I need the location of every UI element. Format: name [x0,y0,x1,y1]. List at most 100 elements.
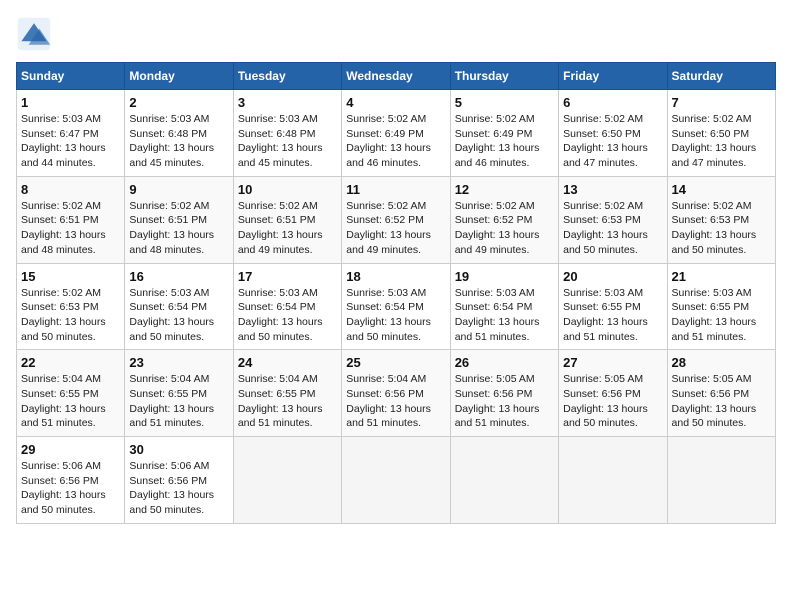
calendar-day-cell: 4 Sunrise: 5:02 AM Sunset: 6:49 PM Dayli… [342,90,450,177]
day-number: 21 [672,269,771,284]
day-info: Sunrise: 5:02 AM Sunset: 6:53 PM Dayligh… [672,199,771,258]
calendar-body: 1 Sunrise: 5:03 AM Sunset: 6:47 PM Dayli… [17,90,776,524]
day-info: Sunrise: 5:06 AM Sunset: 6:56 PM Dayligh… [129,459,228,518]
weekday-header: Thursday [450,63,558,90]
day-number: 17 [238,269,337,284]
calendar-day-cell: 12 Sunrise: 5:02 AM Sunset: 6:52 PM Dayl… [450,176,558,263]
day-info: Sunrise: 5:05 AM Sunset: 6:56 PM Dayligh… [455,372,554,431]
calendar-day-cell: 24 Sunrise: 5:04 AM Sunset: 6:55 PM Dayl… [233,350,341,437]
calendar-day-cell: 19 Sunrise: 5:03 AM Sunset: 6:54 PM Dayl… [450,263,558,350]
weekday-header: Monday [125,63,233,90]
calendar-day-cell: 13 Sunrise: 5:02 AM Sunset: 6:53 PM Dayl… [559,176,667,263]
calendar-day-cell: 7 Sunrise: 5:02 AM Sunset: 6:50 PM Dayli… [667,90,775,177]
weekday-header: Sunday [17,63,125,90]
day-number: 2 [129,95,228,110]
day-number: 25 [346,355,445,370]
day-info: Sunrise: 5:05 AM Sunset: 6:56 PM Dayligh… [563,372,662,431]
day-info: Sunrise: 5:04 AM Sunset: 6:55 PM Dayligh… [129,372,228,431]
calendar-day-cell: 26 Sunrise: 5:05 AM Sunset: 6:56 PM Dayl… [450,350,558,437]
day-info: Sunrise: 5:02 AM Sunset: 6:51 PM Dayligh… [238,199,337,258]
day-number: 22 [21,355,120,370]
day-number: 14 [672,182,771,197]
day-number: 27 [563,355,662,370]
calendar-week-row: 22 Sunrise: 5:04 AM Sunset: 6:55 PM Dayl… [17,350,776,437]
calendar-day-cell: 2 Sunrise: 5:03 AM Sunset: 6:48 PM Dayli… [125,90,233,177]
day-info: Sunrise: 5:02 AM Sunset: 6:53 PM Dayligh… [21,286,120,345]
calendar-day-cell: 6 Sunrise: 5:02 AM Sunset: 6:50 PM Dayli… [559,90,667,177]
day-number: 24 [238,355,337,370]
calendar-day-cell [342,437,450,524]
day-info: Sunrise: 5:06 AM Sunset: 6:56 PM Dayligh… [21,459,120,518]
calendar-week-row: 8 Sunrise: 5:02 AM Sunset: 6:51 PM Dayli… [17,176,776,263]
calendar-day-cell: 10 Sunrise: 5:02 AM Sunset: 6:51 PM Dayl… [233,176,341,263]
day-info: Sunrise: 5:02 AM Sunset: 6:53 PM Dayligh… [563,199,662,258]
calendar-day-cell: 9 Sunrise: 5:02 AM Sunset: 6:51 PM Dayli… [125,176,233,263]
day-number: 8 [21,182,120,197]
calendar-day-cell: 1 Sunrise: 5:03 AM Sunset: 6:47 PM Dayli… [17,90,125,177]
calendar-header: SundayMondayTuesdayWednesdayThursdayFrid… [17,63,776,90]
day-info: Sunrise: 5:02 AM Sunset: 6:49 PM Dayligh… [455,112,554,171]
calendar-day-cell: 11 Sunrise: 5:02 AM Sunset: 6:52 PM Dayl… [342,176,450,263]
day-info: Sunrise: 5:02 AM Sunset: 6:50 PM Dayligh… [672,112,771,171]
day-info: Sunrise: 5:04 AM Sunset: 6:55 PM Dayligh… [238,372,337,431]
day-number: 19 [455,269,554,284]
weekday-header: Wednesday [342,63,450,90]
calendar-day-cell: 28 Sunrise: 5:05 AM Sunset: 6:56 PM Dayl… [667,350,775,437]
day-number: 23 [129,355,228,370]
calendar-day-cell: 8 Sunrise: 5:02 AM Sunset: 6:51 PM Dayli… [17,176,125,263]
calendar-day-cell: 23 Sunrise: 5:04 AM Sunset: 6:55 PM Dayl… [125,350,233,437]
day-info: Sunrise: 5:02 AM Sunset: 6:49 PM Dayligh… [346,112,445,171]
calendar-day-cell: 20 Sunrise: 5:03 AM Sunset: 6:55 PM Dayl… [559,263,667,350]
calendar-day-cell [559,437,667,524]
day-number: 4 [346,95,445,110]
calendar-week-row: 15 Sunrise: 5:02 AM Sunset: 6:53 PM Dayl… [17,263,776,350]
calendar-day-cell: 16 Sunrise: 5:03 AM Sunset: 6:54 PM Dayl… [125,263,233,350]
logo-icon [16,16,52,52]
day-info: Sunrise: 5:03 AM Sunset: 6:55 PM Dayligh… [563,286,662,345]
calendar-day-cell: 3 Sunrise: 5:03 AM Sunset: 6:48 PM Dayli… [233,90,341,177]
calendar-day-cell: 22 Sunrise: 5:04 AM Sunset: 6:55 PM Dayl… [17,350,125,437]
day-number: 3 [238,95,337,110]
day-info: Sunrise: 5:04 AM Sunset: 6:56 PM Dayligh… [346,372,445,431]
calendar-day-cell: 15 Sunrise: 5:02 AM Sunset: 6:53 PM Dayl… [17,263,125,350]
calendar-table: SundayMondayTuesdayWednesdayThursdayFrid… [16,62,776,524]
day-number: 5 [455,95,554,110]
day-number: 26 [455,355,554,370]
day-info: Sunrise: 5:03 AM Sunset: 6:54 PM Dayligh… [346,286,445,345]
day-number: 18 [346,269,445,284]
day-number: 29 [21,442,120,457]
day-info: Sunrise: 5:02 AM Sunset: 6:50 PM Dayligh… [563,112,662,171]
day-number: 20 [563,269,662,284]
day-number: 11 [346,182,445,197]
day-info: Sunrise: 5:03 AM Sunset: 6:48 PM Dayligh… [238,112,337,171]
weekday-row: SundayMondayTuesdayWednesdayThursdayFrid… [17,63,776,90]
day-number: 6 [563,95,662,110]
day-info: Sunrise: 5:02 AM Sunset: 6:51 PM Dayligh… [21,199,120,258]
day-number: 15 [21,269,120,284]
calendar-day-cell [450,437,558,524]
logo [16,16,56,52]
calendar-day-cell: 25 Sunrise: 5:04 AM Sunset: 6:56 PM Dayl… [342,350,450,437]
day-info: Sunrise: 5:03 AM Sunset: 6:47 PM Dayligh… [21,112,120,171]
day-number: 30 [129,442,228,457]
calendar-day-cell: 17 Sunrise: 5:03 AM Sunset: 6:54 PM Dayl… [233,263,341,350]
weekday-header: Friday [559,63,667,90]
day-info: Sunrise: 5:05 AM Sunset: 6:56 PM Dayligh… [672,372,771,431]
day-number: 1 [21,95,120,110]
day-info: Sunrise: 5:03 AM Sunset: 6:54 PM Dayligh… [238,286,337,345]
calendar-day-cell: 30 Sunrise: 5:06 AM Sunset: 6:56 PM Dayl… [125,437,233,524]
day-info: Sunrise: 5:02 AM Sunset: 6:51 PM Dayligh… [129,199,228,258]
calendar-day-cell: 29 Sunrise: 5:06 AM Sunset: 6:56 PM Dayl… [17,437,125,524]
day-info: Sunrise: 5:02 AM Sunset: 6:52 PM Dayligh… [346,199,445,258]
day-number: 10 [238,182,337,197]
weekday-header: Tuesday [233,63,341,90]
day-number: 9 [129,182,228,197]
day-info: Sunrise: 5:03 AM Sunset: 6:48 PM Dayligh… [129,112,228,171]
calendar-day-cell [233,437,341,524]
day-number: 13 [563,182,662,197]
weekday-header: Saturday [667,63,775,90]
day-info: Sunrise: 5:04 AM Sunset: 6:55 PM Dayligh… [21,372,120,431]
calendar-day-cell: 14 Sunrise: 5:02 AM Sunset: 6:53 PM Dayl… [667,176,775,263]
day-number: 7 [672,95,771,110]
day-number: 28 [672,355,771,370]
